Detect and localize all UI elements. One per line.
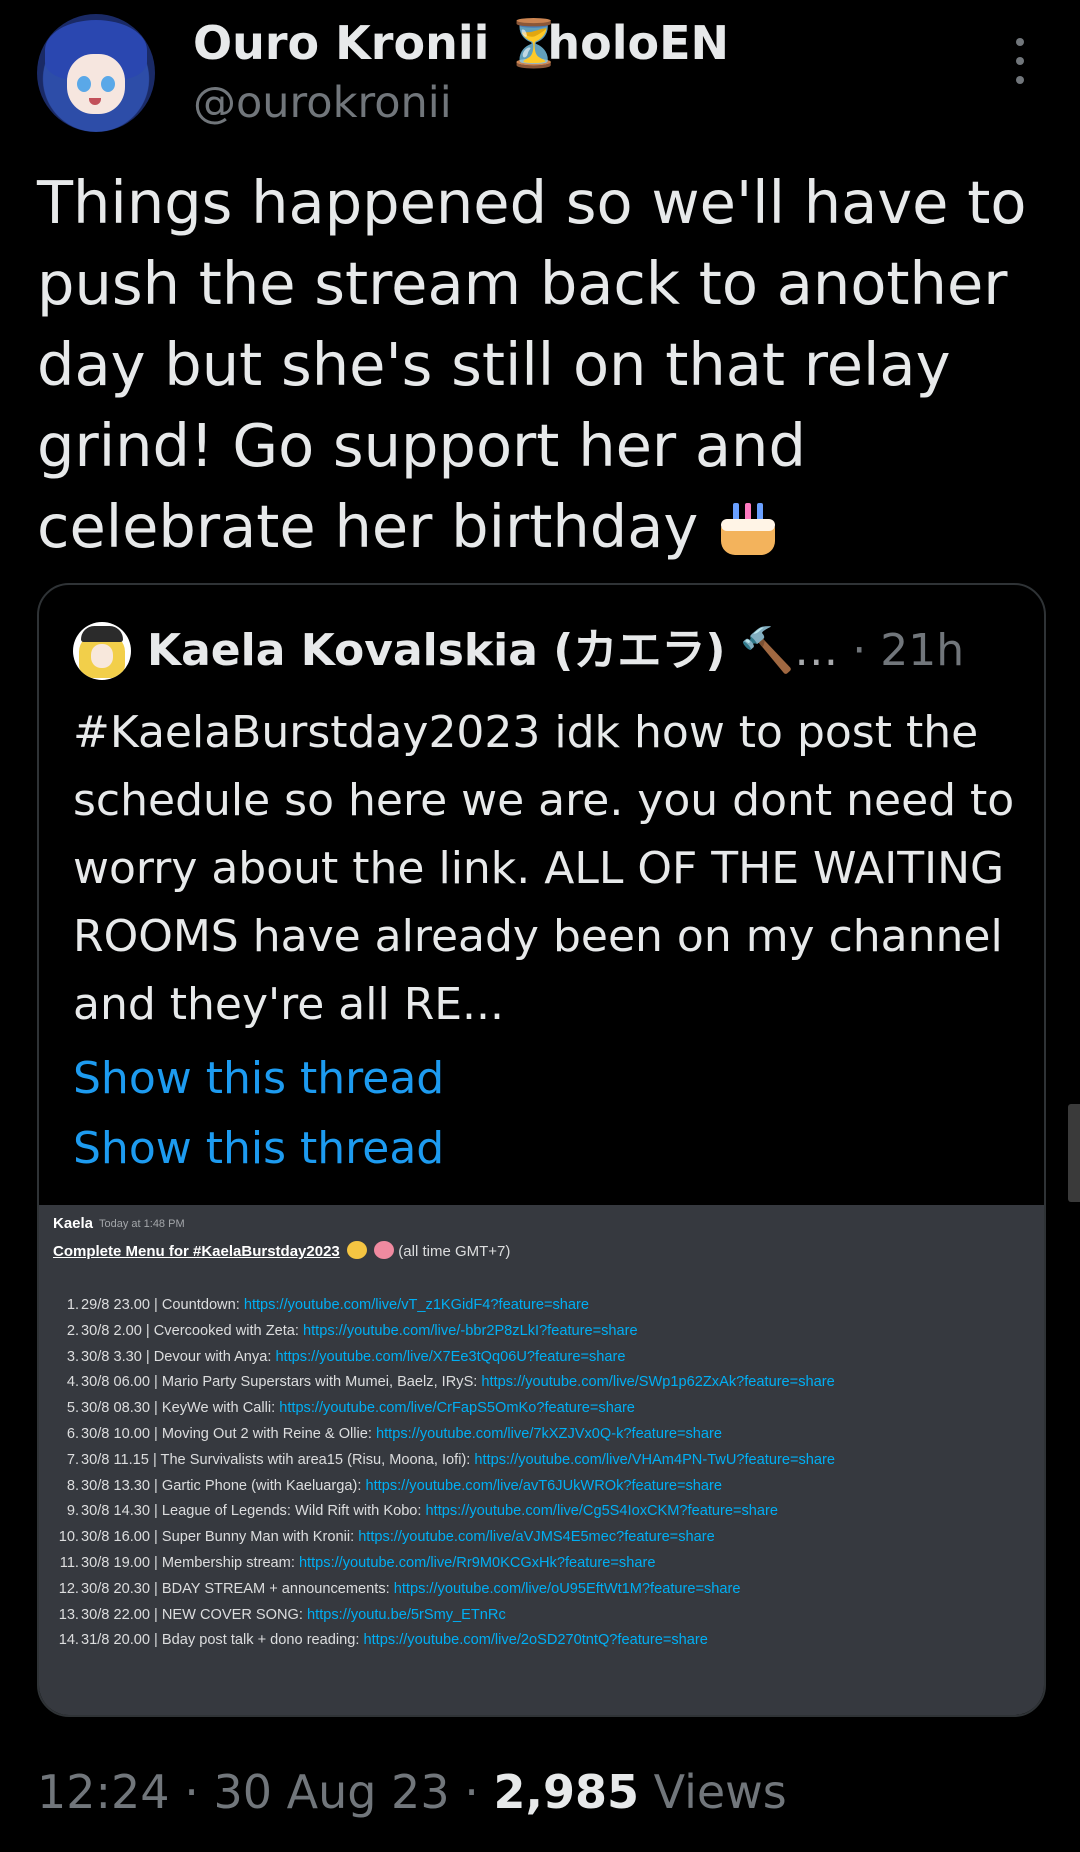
- schedule-item-number: 12.: [58, 1580, 79, 1597]
- schedule-item-link[interactable]: https://youtube.com/live/Cg5S4IoxCKM?fea…: [426, 1503, 778, 1519]
- schedule-item-number: 14.: [58, 1632, 79, 1649]
- schedule-item: 9. 30/8 14.30 | League of Legends: Wild R…: [55, 1499, 835, 1525]
- schedule-item: 4. 30/8 06.00 | Mario Party Superstars wi…: [55, 1370, 835, 1396]
- schedule-item: 11. 30/8 19.00 | Membership stream: https…: [55, 1551, 835, 1577]
- schedule-item-link[interactable]: https://youtube.com/live/-bbr2P8zLkI?fea…: [303, 1323, 638, 1339]
- author-display-name[interactable]: Ouro Kronii ⏳holoEN: [193, 16, 729, 71]
- schedule-item-number: 3.: [66, 1348, 79, 1365]
- schedule-item-number: 1.: [66, 1297, 79, 1313]
- tweet-text: Things happened so we'll have to push th…: [37, 162, 1057, 567]
- show-thread-link[interactable]: Show this thread: [73, 1049, 444, 1109]
- schedule-item-text: 29/8 23.00 | Countdown:: [81, 1297, 244, 1313]
- schedule-item-text: 30/8 22.00 | NEW COVER SONG:: [81, 1606, 308, 1623]
- schedule-image-attachment[interactable]: Kaela Today at 1:48 PM Complete Menu for…: [39, 1205, 1044, 1715]
- views-count: 2,985: [493, 1765, 639, 1819]
- schedule-item-link[interactable]: https://youtube.com/live/avT6JUkWROk?fea…: [365, 1478, 722, 1494]
- schedule-item-link[interactable]: https://youtube.com/live/Rr9M0KCGxHk?fea…: [299, 1555, 656, 1571]
- schedule-item-link[interactable]: https://youtube.com/live/vT_z1KGidF4?fea…: [244, 1297, 589, 1313]
- schedule-item-text: 30/8 16.00 | Super Bunny Man with Kronii…: [81, 1529, 359, 1546]
- schedule-item-number: 7.: [66, 1451, 79, 1468]
- character-emoji-icon: [374, 1241, 395, 1259]
- schedule-item-text: 30/8 3.30 | Devour with Anya:: [81, 1348, 276, 1365]
- cake-icon: [717, 495, 779, 557]
- schedule-timezone: (all time GMT+7): [398, 1243, 511, 1260]
- discord-author: Kaela: [53, 1215, 94, 1232]
- schedule-item: 13. 30/8 22.00 | NEW COVER SONG: https://…: [55, 1603, 835, 1629]
- schedule-item-text: 30/8 2.00 | Cvercooked with Zeta:: [81, 1322, 304, 1339]
- tweet-body: Things happened so we'll have to push th…: [37, 168, 1027, 561]
- schedule-item-number: 4.: [66, 1374, 79, 1391]
- schedule-item-link[interactable]: https://youtu.be/5rSmy_ETnRc: [307, 1607, 506, 1623]
- quoted-tweet-text: #KaelaBurstday2023 idk how to post the s…: [73, 707, 1015, 1030]
- tweet-date[interactable]: 30 Aug 23: [213, 1765, 449, 1819]
- schedule-item-text: 31/8 20.00 | Bday post talk + dono readi…: [81, 1632, 364, 1649]
- schedule-item-number: 11.: [59, 1554, 79, 1571]
- schedule-item-number: 8.: [66, 1477, 79, 1494]
- schedule-item-link[interactable]: https://youtube.com/live/2oSD270tntQ?fea…: [364, 1632, 708, 1648]
- schedule-title-text: Complete Menu for #KaelaBurstday2023: [53, 1243, 340, 1260]
- quoted-author-name: Kaela Kovalskia (カエラ): [147, 625, 726, 676]
- quoted-tweet-header: Kaela Kovalskia (カエラ) 🔨… · 21h: [147, 621, 964, 681]
- schedule-item: 2. 30/8 2.00 | Cvercooked with Zeta: http…: [55, 1319, 835, 1345]
- tweet-time[interactable]: 12:24: [37, 1765, 170, 1819]
- tweet-meta-footer: 12:24 · 30 Aug 23 · 2,985 Views: [37, 1762, 787, 1822]
- schedule-item: 7. 30/8 11.15 | The Survivalists wtih are…: [55, 1448, 835, 1474]
- schedule-item-link[interactable]: https://youtube.com/live/SWp1p62ZxAk?fea…: [481, 1374, 834, 1390]
- author-handle[interactable]: @ourokronii: [193, 78, 452, 128]
- schedule-item-number: 2.: [66, 1322, 79, 1339]
- show-thread-link[interactable]: Show this thread: [73, 1119, 444, 1179]
- schedule-item: 6. 30/8 10.00 | Moving Out 2 with Reine &…: [55, 1422, 835, 1448]
- quoted-tweet-time: 21h: [880, 625, 965, 676]
- separator: ·: [464, 1765, 479, 1819]
- hammer-icon: 🔨…: [739, 625, 839, 676]
- quoted-author-avatar: [73, 622, 131, 680]
- schedule-item-number: 10.: [58, 1529, 79, 1546]
- schedule-item: 8. 30/8 13.30 | Gartic Phone (with Kaelua…: [55, 1474, 835, 1500]
- schedule-title: Complete Menu for #KaelaBurstday2023 (al…: [53, 1241, 510, 1260]
- schedule-item-text: 30/8 13.30 | Gartic Phone (with Kaeluarg…: [81, 1477, 366, 1494]
- tweet-detail-page: Ouro Kronii ⏳holoEN @ourokronii Things h…: [0, 0, 1080, 1852]
- schedule-item: 1. 29/8 23.00 | Countdown: https://youtub…: [55, 1293, 835, 1319]
- author-affiliation: holoEN: [547, 16, 730, 70]
- schedule-item-link[interactable]: https://youtube.com/live/oU95EftWt1M?fea…: [394, 1581, 741, 1597]
- more-options-icon[interactable]: [1004, 38, 1036, 84]
- scrollbar[interactable]: [1068, 1104, 1080, 1202]
- schedule-item-text: 30/8 06.00 | Mario Party Superstars with…: [81, 1374, 482, 1391]
- hourglass-icon: ⏳: [505, 16, 563, 70]
- schedule-item-text: 30/8 08.30 | KeyWe with Calli:: [81, 1400, 280, 1417]
- discord-timestamp: Today at 1:48 PM: [99, 1218, 185, 1230]
- schedule-item-link[interactable]: https://youtube.com/live/7kXZJVx0Q-k?fea…: [376, 1426, 722, 1442]
- author-name-text: Ouro Kronii: [193, 16, 490, 70]
- schedule-item-link[interactable]: https://youtube.com/live/CrFapS5OmKo?fea…: [279, 1400, 635, 1416]
- separator: ·: [852, 625, 867, 676]
- schedule-item-number: 6.: [66, 1425, 79, 1442]
- quoted-tweet-card[interactable]: Kaela Kovalskia (カエラ) 🔨… · 21h #KaelaBur…: [37, 583, 1046, 1717]
- schedule-item: 5. 30/8 08.30 | KeyWe with Calli: https:/…: [55, 1396, 835, 1422]
- schedule-item-text: 30/8 19.00 | Membership stream:: [81, 1554, 299, 1571]
- schedule-item-text: 30/8 14.30 | League of Legends: Wild Rif…: [81, 1503, 426, 1520]
- schedule-item: 14. 31/8 20.00 | Bday post talk + dono re…: [55, 1628, 835, 1654]
- author-avatar[interactable]: [37, 14, 155, 132]
- flex-emoji-icon: [346, 1241, 367, 1259]
- schedule-item-link[interactable]: https://youtube.com/live/aVJMS4E5mec?fea…: [358, 1529, 715, 1545]
- views-label: Views: [653, 1765, 787, 1819]
- schedule-item-number: 5.: [66, 1400, 79, 1417]
- schedule-item-link[interactable]: https://youtube.com/live/X7Ee3tQq06U?fea…: [275, 1349, 625, 1365]
- schedule-item-text: 30/8 10.00 | Moving Out 2 with Reine & O…: [81, 1425, 377, 1442]
- schedule-item-link[interactable]: https://youtube.com/live/VHAm4PN-TwU?fea…: [474, 1452, 835, 1468]
- schedule-item-number: 13.: [58, 1606, 79, 1623]
- schedule-item-text: 30/8 20.30 | BDAY STREAM + announcements…: [81, 1580, 394, 1597]
- schedule-item-number: 9.: [66, 1503, 79, 1520]
- schedule-list: 1. 29/8 23.00 | Countdown: https://youtub…: [55, 1293, 835, 1654]
- schedule-item-text: 30/8 11.15 | The Survivalists wtih area1…: [81, 1451, 475, 1468]
- schedule-item: 3. 30/8 3.30 | Devour with Anya: https://…: [55, 1345, 835, 1371]
- schedule-item: 12. 30/8 20.30 | BDAY STREAM + announceme…: [55, 1577, 835, 1603]
- schedule-item: 10. 30/8 16.00 | Super Bunny Man with Kro…: [55, 1525, 835, 1551]
- separator: ·: [184, 1765, 199, 1819]
